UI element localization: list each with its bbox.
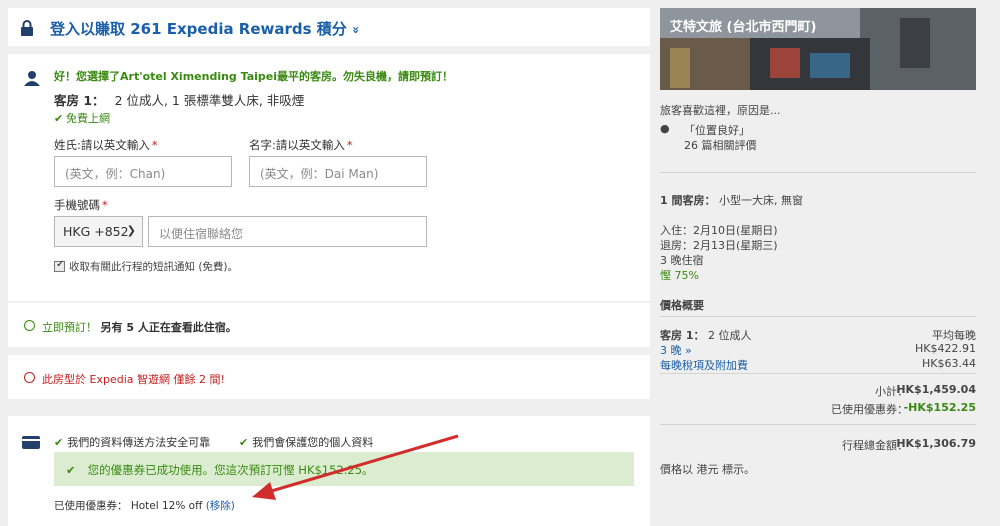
avg-per-night-label: 平均每晚 (932, 329, 976, 342)
check-icon: ✔ (239, 436, 249, 449)
phone-label: 手機號碼 * (54, 198, 108, 212)
divider (660, 424, 976, 425)
check-icon: ✔ (66, 463, 76, 477)
coupon-used-line: 已使用優惠券： Hotel 12% off (移除) (54, 500, 235, 512)
taxes-price: HK$63.44 (922, 357, 976, 370)
hotel-photo: 艾特文旅 (台北市西門町) (660, 8, 976, 90)
hotel-name: 艾特文旅 (台北市西門町) (670, 20, 817, 35)
sms-option[interactable]: 收取有關此行程的短訊通知 (免費)。 (54, 259, 238, 274)
coupon-success-banner: ✔ 您的優惠券已成功使用。您這次預訂可慳 HK$152.25。 (54, 452, 634, 486)
rooms-left-notice: 此房型於 Expedia 智遊網 僅餘 2 間! (8, 355, 650, 399)
chevron-down-icon: » (348, 26, 363, 34)
nightly-price: HK$422.91 (915, 342, 976, 355)
savings-badge: 慳 75% (660, 269, 699, 282)
divider (660, 373, 976, 374)
lock-icon (21, 20, 33, 36)
price-summary-heading: 價格概要 (660, 299, 704, 312)
divider (660, 316, 976, 317)
surname-field[interactable]: (英文，例：Chan) (54, 156, 232, 187)
best-price-note: 好！您選擇了Art'otel Ximending Taipei最平的客房。勿失良… (54, 70, 454, 83)
review-count: 26 篇相關評價 (684, 139, 757, 152)
person-icon (24, 71, 40, 86)
check-icon: ✔ (54, 112, 64, 125)
taxes-link[interactable]: 每晚稅項及附加費 (660, 357, 748, 373)
rewards-banner[interactable]: 登入以賺取 261 Expedia Rewards 積分 » (8, 8, 650, 46)
traveler-info-card: 好！您選擇了Art'otel Ximending Taipei最平的客房。勿失良… (8, 54, 650, 301)
checkin: 入住：2月10日(星期日) (660, 224, 778, 237)
clock-icon (24, 320, 35, 331)
checkout: 退房：2月13日(星期三) (660, 239, 778, 252)
currency-note: 價格以 港元 標示。 (660, 463, 755, 476)
phone-field[interactable]: 以便住宿聯絡您 (148, 216, 427, 247)
check-icon: ✔ (54, 436, 64, 449)
privacy-note: ✔ 我們會保護您的個人資料 (239, 436, 374, 449)
surname-label: 姓氏:請以英文輸入 * (54, 138, 158, 152)
remove-coupon-link[interactable]: (移除) (206, 500, 235, 512)
payment-card: ✔ 我們的資料傳送方法安全可靠 ✔ 我們會保護您的個人資料 ✔ 您的優惠券已成功使用。… (8, 416, 650, 526)
rewards-title[interactable]: 登入以賺取 261 Expedia Rewards 積分 » (50, 18, 363, 39)
free-wifi-badge: ✔ 免費上網 (54, 112, 110, 125)
divider (660, 172, 976, 173)
nights-link[interactable]: 3 晚 » (660, 342, 692, 358)
room1-guests: 客房 1： 2 位成人 (660, 329, 752, 342)
room-count: 1 間客房： 小型一大床, 無窗 (660, 194, 803, 207)
chevron-down-icon: » (685, 344, 692, 357)
total: HK$1,306.79 (896, 437, 976, 450)
coupon-amount: -HK$152.25 (903, 401, 976, 414)
reason-heading: 旅客喜歡這裡，原因是... (660, 104, 781, 117)
clock-icon (24, 372, 35, 383)
room-summary: 客房 1： 2 位成人, 1 張標準雙人床, 非吸煙 (54, 93, 305, 108)
chevron-down-icon: ❯ (126, 224, 136, 237)
secure-transfer-note: ✔ 我們的資料傳送方法安全可靠 (54, 436, 211, 449)
country-code-select[interactable]: HKG +852 ❯ (54, 216, 143, 247)
viewers-notice: 立即預訂！ 另有 5 人正在查看此住宿。 (8, 303, 650, 347)
nights-count: 3 晚住宿 (660, 254, 704, 267)
given-name-label: 名字:請以英文輸入 * (249, 138, 353, 152)
credit-card-icon (22, 436, 40, 449)
given-name-field[interactable]: (英文，例：Dai Man) (249, 156, 427, 187)
review-reason: 「位置良好」 (684, 124, 750, 137)
subtotal: HK$1,459.04 (896, 383, 976, 396)
speech-bubble-icon: ● (660, 122, 670, 135)
booking-summary-sidebar: 艾特文旅 (台北市西門町) 旅客喜歡這裡，原因是... ● 「位置良好」 26 … (658, 0, 988, 526)
sms-checkbox[interactable] (54, 259, 65, 272)
